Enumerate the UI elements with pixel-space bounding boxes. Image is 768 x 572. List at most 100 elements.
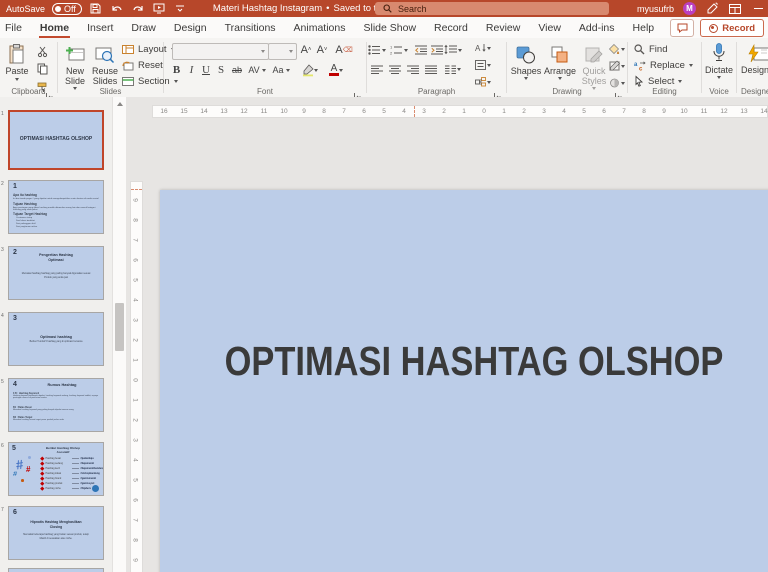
tab-view[interactable]: View [529,17,570,38]
tab-home[interactable]: Home [31,17,78,38]
font-color-button[interactable]: A [326,62,346,78]
avatar-initial: M [686,4,693,13]
text-highlight-button[interactable] [300,62,320,78]
ruler-number: 12 [240,108,247,115]
grow-font-button[interactable]: A˄ [298,42,314,58]
tab-animations[interactable]: Animations [285,17,355,38]
justify-button[interactable] [423,62,439,76]
quick-styles-button[interactable]: Quick Styles [578,42,610,90]
designer-button[interactable]: Designer [740,41,768,75]
start-presentation-icon[interactable] [152,2,166,16]
tab-design[interactable]: Design [165,17,216,38]
numbering-button[interactable]: 12 [391,43,407,57]
align-center-button[interactable] [387,62,403,76]
tab-file[interactable]: File [0,17,31,38]
redo-icon[interactable] [131,2,145,16]
autosave-toggle[interactable]: Off [52,3,82,15]
tab-slide-show[interactable]: Slide Show [355,17,426,38]
scrollbar-thumb[interactable] [115,303,124,351]
underline-button[interactable]: U [200,62,212,78]
panel-scrollbar[interactable] [112,97,127,572]
strikethrough-button[interactable]: ab [229,62,245,78]
clipboard-dialog-launcher[interactable] [46,87,54,95]
decrease-indent-button[interactable] [413,43,429,57]
comments-button[interactable] [670,19,694,37]
editing-canvas[interactable]: 1615141312111098765432101234567891011121… [126,97,768,572]
save-icon[interactable] [89,2,103,16]
clear-formatting-button[interactable]: A⌫ [336,42,352,58]
bold-button[interactable]: B [170,62,183,78]
ruler-number: 13 [220,108,227,115]
slide-thumbnail-3[interactable]: 2 Pengertian Hashtag Optimasi Memakai ha… [8,246,104,300]
ribbon-display-options-icon[interactable] [728,2,742,16]
slide-thumbnail-2[interactable]: 1 Apa itu hashtag Ini dari tanda pagar #… [8,180,104,234]
slide-title-textbox[interactable]: OPTIMASI HASHTAG OLSHOP [219,338,730,385]
italic-button[interactable]: I [186,62,197,78]
align-right-button[interactable] [405,62,421,76]
avatar[interactable]: M [683,2,696,15]
ruler-number: 5 [582,108,586,115]
undo-icon[interactable] [110,2,124,16]
shapes-label: Shapes [511,66,542,76]
ruler-number: 10 [680,108,687,115]
slide-thumbnail-8[interactable] [8,568,104,572]
shrink-font-button[interactable]: A˅ [314,42,330,58]
paragraph-dialog-launcher[interactable] [494,87,502,95]
tab-draw[interactable]: Draw [122,17,165,38]
slide-thumbnail-5[interactable]: 4 Rumus Hashtag 3 B : Hashtag Keyword Ha… [8,378,104,432]
font-name-combobox[interactable] [172,43,269,60]
reuse-slides-icon [95,42,115,64]
tab-transitions[interactable]: Transitions [216,17,285,38]
font-size-combobox[interactable] [268,43,297,60]
customize-toolbar-icon[interactable] [173,2,187,16]
shape-fill-button[interactable] [609,42,625,56]
font-group-label: Font [164,87,366,96]
paste-button[interactable]: Paste [3,42,31,81]
username[interactable]: myusufrb [637,4,674,14]
reset-button[interactable]: Reset [122,60,163,71]
character-spacing-button[interactable]: AV [248,62,266,78]
align-left-button[interactable] [369,62,385,76]
tab-add-ins[interactable]: Add-ins [570,17,624,38]
dictate-button[interactable]: Dictate [704,41,734,79]
tab-record[interactable]: Record [425,17,477,38]
new-slide-button[interactable]: New Slide [60,42,90,90]
increase-indent-button[interactable] [429,43,445,57]
line-spacing-button[interactable] [445,43,461,57]
ruler-number: 5 [382,108,386,115]
copy-button[interactable] [34,62,50,76]
find-button[interactable]: Find [634,44,667,55]
arrange-button[interactable]: Arrange [544,42,576,80]
columns-button[interactable] [445,62,461,76]
text-direction-button[interactable]: A [475,41,491,55]
inking-pen-icon[interactable] [705,2,719,16]
drawing-dialog-launcher[interactable] [615,87,623,95]
change-case-button[interactable]: Aa [272,62,290,78]
reuse-slides-button[interactable]: Reuse Slides [90,42,120,86]
cut-button[interactable] [34,44,50,58]
minimize-icon[interactable] [751,2,765,16]
bullets-button[interactable] [369,43,385,57]
shape-outline-button[interactable] [609,59,625,73]
tab-insert[interactable]: Insert [78,17,122,38]
record-button[interactable]: Record [700,19,764,37]
font-dialog-launcher[interactable] [354,87,362,95]
slide-thumbnail-7[interactable]: 6 Hipnotis Hashtag Menghasilkan Closing … [8,506,104,560]
slide-thumbnail-6[interactable]: 5 Berikut Hashtag Olshop Asosiatif # # #… [8,442,104,496]
vertical-ruler: 9876543210123456789 [130,181,143,572]
search-input[interactable]: Search [375,2,609,15]
tab-help[interactable]: Help [624,17,664,38]
slide-canvas[interactable]: OPTIMASI HASHTAG OLSHOP [160,190,768,572]
find-label: Find [649,44,667,55]
scroll-up-icon[interactable] [113,97,127,111]
ruler-number: 7 [622,108,626,115]
align-text-button[interactable] [475,58,491,72]
select-button[interactable]: Select [634,76,682,87]
replace-button[interactable]: ac Replace [634,60,693,71]
tab-review[interactable]: Review [477,17,529,38]
title-separator: • [326,3,329,14]
shadow-button[interactable]: S [215,62,227,78]
slide-thumbnail-4[interactable]: 3 Optimasi hashtag Berikut Tutorial 5 ha… [8,312,104,366]
slide-thumbnail-1[interactable]: OPTIMASI HASHTAG OLSHOP [8,110,104,170]
shapes-button[interactable]: Shapes [510,42,542,80]
